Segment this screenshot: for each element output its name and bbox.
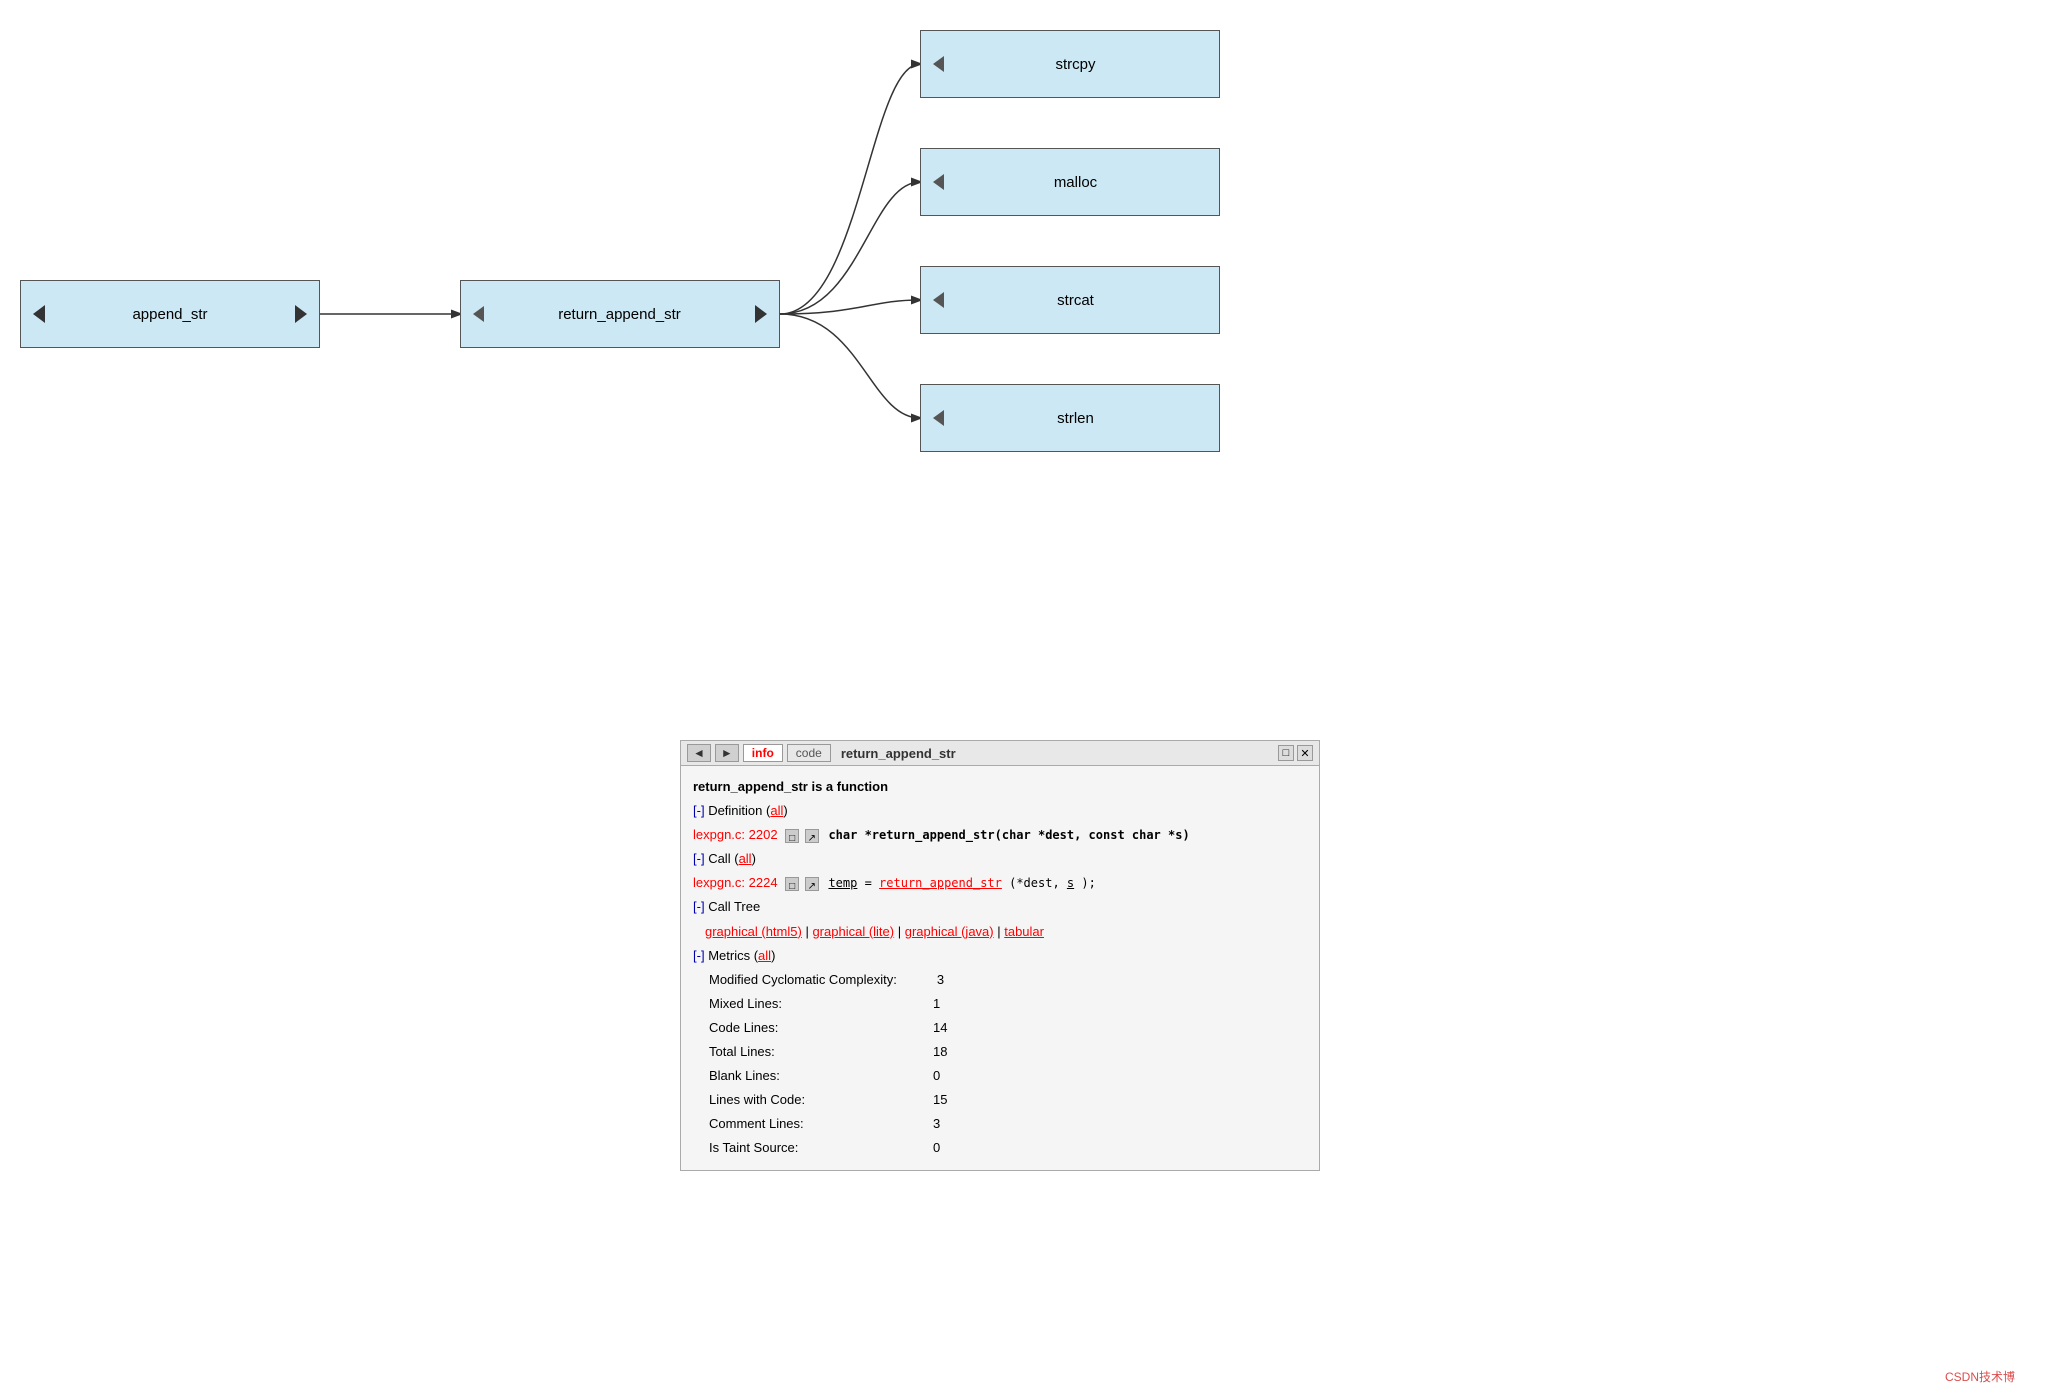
node-label: append_str — [45, 306, 295, 323]
calltree-link-lite[interactable]: graphical (lite) — [812, 924, 894, 939]
file-icon[interactable]: □ — [785, 829, 799, 843]
metric-item: Modified Cyclomatic Complexity: 3 — [693, 969, 1307, 991]
metric-value: 14 — [933, 1017, 947, 1039]
arrow-left-icon — [933, 292, 944, 308]
node-strlen[interactable]: strlen — [920, 384, 1220, 452]
node-malloc[interactable]: malloc — [920, 148, 1220, 216]
file-icon2[interactable]: □ — [785, 877, 799, 891]
calltree-row: [-] Call Tree — [693, 896, 1307, 918]
node-label: malloc — [944, 174, 1207, 191]
back-button[interactable]: ◄ — [687, 744, 711, 762]
metric-value: 3 — [937, 969, 944, 991]
metric-item: Blank Lines: 0 — [693, 1065, 1307, 1087]
call-file-row: lexpgn.c: 2224 □ ↗ temp = return_append_… — [693, 872, 1307, 894]
definition-row: [-] Definition (all) — [693, 800, 1307, 822]
edit-icon2[interactable]: ↗ — [805, 877, 819, 891]
tab-code[interactable]: code — [787, 744, 831, 762]
watermark: CSDN技术博 — [1945, 1368, 2015, 1385]
node-strcpy[interactable]: strcpy — [920, 30, 1220, 98]
forward-button[interactable]: ► — [715, 744, 739, 762]
call-code-prefix: temp = return_append_str (*dest, s ); — [828, 876, 1095, 890]
calltree-link-java[interactable]: graphical (java) — [905, 924, 994, 939]
tab-info[interactable]: info — [743, 744, 783, 762]
metric-value: 18 — [933, 1041, 947, 1063]
metric-label: Lines with Code: — [693, 1089, 893, 1111]
arrow-right-icon — [295, 305, 307, 323]
metrics-link[interactable]: all — [758, 948, 771, 963]
graph-area: append_str return_append_str strcpy mall… — [0, 0, 2045, 800]
metrics-list: Modified Cyclomatic Complexity:3Mixed Li… — [693, 969, 1307, 1160]
info-panel-body: return_append_str is a function [-] Defi… — [681, 766, 1319, 1170]
panel-controls: □ ✕ — [1278, 745, 1313, 761]
info-panel-toolbar: ◄ ► info code return_append_str □ ✕ — [681, 741, 1319, 766]
node-label: strlen — [944, 410, 1207, 427]
metric-value: 15 — [933, 1089, 947, 1111]
metric-label: Blank Lines: — [693, 1065, 893, 1087]
arrow-left-icon — [473, 306, 484, 322]
metric-value: 0 — [933, 1137, 940, 1159]
definition-file-row: lexpgn.c: 2202 □ ↗ char *return_append_s… — [693, 824, 1307, 846]
call-link[interactable]: all — [739, 851, 752, 866]
call-collapse[interactable]: [-] — [693, 851, 705, 866]
arrow-left-icon — [933, 410, 944, 426]
call-code-s: s — [1067, 876, 1074, 890]
metrics-collapse[interactable]: [-] — [693, 948, 705, 963]
call-file[interactable]: lexpgn.c: 2224 — [693, 875, 778, 890]
calltree-link-html5[interactable]: graphical (html5) — [705, 924, 802, 939]
metric-value: 0 — [933, 1065, 940, 1087]
metric-item: Mixed Lines: 1 — [693, 993, 1307, 1015]
metric-label: Mixed Lines: — [693, 993, 893, 1015]
call-label: Call — [708, 851, 730, 866]
info-panel: ◄ ► info code return_append_str □ ✕ retu… — [680, 740, 1320, 1171]
metric-item: Comment Lines: 3 — [693, 1113, 1307, 1135]
metric-value: 1 — [933, 993, 940, 1015]
metrics-label: Metrics — [708, 948, 750, 963]
node-label: strcpy — [944, 56, 1207, 73]
call-row: [-] Call (all) — [693, 848, 1307, 870]
metric-item: Code Lines: 14 — [693, 1017, 1307, 1039]
node-append-str[interactable]: append_str — [20, 280, 320, 348]
metric-item: Lines with Code: 15 — [693, 1089, 1307, 1111]
definition-file[interactable]: lexpgn.c: 2202 — [693, 827, 778, 842]
close-button[interactable]: ✕ — [1297, 745, 1313, 761]
metric-label: Is Taint Source: — [693, 1137, 893, 1159]
metrics-row: [-] Metrics (all) — [693, 945, 1307, 967]
minimize-button[interactable]: □ — [1278, 745, 1294, 761]
definition-code: char *return_append_str(char *dest, cons… — [828, 828, 1189, 842]
arrow-left-icon — [33, 305, 45, 323]
calltree-link-tabular[interactable]: tabular — [1004, 924, 1044, 939]
metric-item: Is Taint Source: 0 — [693, 1137, 1307, 1159]
function-header: return_append_str is a function — [693, 776, 1307, 798]
arrow-left-icon — [933, 56, 944, 72]
metric-item: Total Lines: 18 — [693, 1041, 1307, 1063]
node-strcat[interactable]: strcat — [920, 266, 1220, 334]
metric-label: Code Lines: — [693, 1017, 893, 1039]
definition-collapse[interactable]: [-] — [693, 803, 705, 818]
metric-label: Modified Cyclomatic Complexity: — [693, 969, 897, 991]
call-code-fn[interactable]: return_append_str — [879, 876, 1002, 890]
node-return-append-str[interactable]: return_append_str — [460, 280, 780, 348]
calltree-collapse[interactable]: [-] — [693, 899, 705, 914]
calltree-label: Call Tree — [708, 899, 760, 914]
arrow-right-icon — [755, 305, 767, 323]
panel-title: return_append_str — [841, 746, 956, 761]
metric-value: 3 — [933, 1113, 940, 1135]
call-code-temp: temp — [828, 876, 857, 890]
arrow-left-icon — [933, 174, 944, 190]
definition-label: Definition — [708, 803, 762, 818]
definition-link[interactable]: all — [770, 803, 783, 818]
edit-icon[interactable]: ↗ — [805, 829, 819, 843]
metric-label: Total Lines: — [693, 1041, 893, 1063]
node-label: return_append_str — [484, 306, 755, 323]
calltree-links-row: graphical (html5) | graphical (lite) | g… — [693, 921, 1307, 943]
metric-label: Comment Lines: — [693, 1113, 893, 1135]
node-label: strcat — [944, 292, 1207, 309]
